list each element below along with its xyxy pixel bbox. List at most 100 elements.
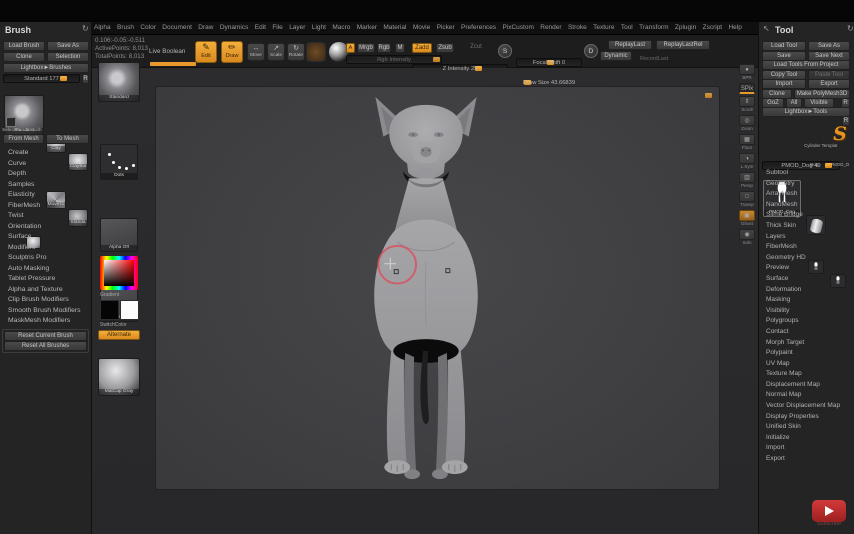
zadd-button[interactable]: Zadd bbox=[412, 43, 432, 53]
menu-item[interactable]: Marker bbox=[357, 24, 377, 31]
draw-button[interactable]: ✏Draw bbox=[221, 41, 243, 63]
menu-item[interactable]: Transform bbox=[639, 24, 668, 31]
brush-section-item[interactable]: Smooth Brush Modifiers bbox=[8, 306, 90, 317]
brush-section-item[interactable]: Depth bbox=[8, 169, 90, 180]
tool-section-item[interactable]: Surface bbox=[766, 274, 854, 285]
draw-size-slider[interactable]: Draw Size 43.66839 bbox=[516, 78, 582, 87]
color-picker[interactable] bbox=[100, 256, 138, 290]
menu-item[interactable]: Material bbox=[383, 24, 406, 31]
tray-stroke-thumbnail[interactable]: Dots bbox=[100, 144, 138, 180]
brush-section-item[interactable]: Modifiers bbox=[8, 243, 90, 254]
tray-material-thumbnail[interactable]: MatCap Gray bbox=[98, 358, 140, 396]
tool-section-item[interactable]: Texture Map bbox=[766, 369, 854, 380]
brush-section-item[interactable]: Surface bbox=[8, 232, 90, 243]
refresh-icon[interactable]: ↻ bbox=[82, 24, 89, 33]
shelf-item[interactable]: ◑ L.Sym bbox=[738, 153, 756, 170]
reset-all-brushes-button[interactable]: Reset All Brushes bbox=[4, 341, 87, 351]
lightbox-brushes-button[interactable]: Lightbox►Brushes bbox=[3, 63, 89, 73]
tool-section-item[interactable]: Slime Bridge bbox=[766, 210, 854, 221]
tray-brush-thumbnail[interactable]: Standard bbox=[98, 62, 140, 102]
menu-item[interactable]: Texture bbox=[593, 24, 614, 31]
menu-item[interactable]: Preferences bbox=[461, 24, 496, 31]
tool-section-item[interactable]: Polypaint bbox=[766, 348, 854, 359]
tool-section-item[interactable]: Contact bbox=[766, 327, 854, 338]
shelf-item[interactable]: ▥ Persp bbox=[738, 172, 756, 189]
menu-item[interactable]: Dynamics bbox=[220, 24, 249, 31]
brush-section-item[interactable]: Sculptris Pro bbox=[8, 253, 90, 264]
load-brush-button[interactable]: Load Brush bbox=[3, 41, 45, 51]
tool-section-item[interactable]: Thick Skin bbox=[766, 221, 854, 232]
tool-section-item[interactable]: NanoMesh bbox=[766, 200, 854, 211]
shelf-item[interactable]: ● BPR bbox=[738, 64, 756, 81]
tool-section-item[interactable]: UV Map bbox=[766, 359, 854, 370]
menu-item[interactable]: PixCustom bbox=[502, 24, 533, 31]
dynamic-mode-badge[interactable]: D bbox=[584, 44, 598, 58]
tray-handle[interactable] bbox=[150, 62, 196, 66]
selection-button[interactable]: Selection bbox=[47, 52, 89, 62]
menu-item[interactable]: Zplugin bbox=[675, 24, 696, 31]
tool-slider[interactable]: PMOD_Dog 49 bbox=[762, 161, 840, 170]
shelf-item[interactable]: SPix 3 bbox=[738, 83, 756, 94]
replay-last-button[interactable]: ReplayLast bbox=[608, 40, 652, 50]
brush-section-item[interactable]: Tablet Pressure bbox=[8, 274, 90, 285]
rgb-intensity-slider[interactable]: Rgb Intensity bbox=[346, 55, 442, 64]
mrgb-button[interactable]: Mrgb bbox=[357, 43, 375, 53]
tray-alpha-thumbnail[interactable]: Alpha Off bbox=[100, 218, 138, 252]
tool-section-item[interactable]: Visibility bbox=[766, 306, 854, 317]
tool-section-item[interactable]: Polygroups bbox=[766, 316, 854, 327]
tool-section-item[interactable]: Unified Skin bbox=[766, 422, 854, 433]
menu-item[interactable]: Tool bbox=[621, 24, 633, 31]
shelf-item[interactable]: ◉ Solo bbox=[738, 229, 756, 246]
brush-section-item[interactable]: Alpha and Texture bbox=[8, 285, 90, 296]
brush-section-item[interactable]: Auto Masking bbox=[8, 264, 90, 275]
main-color-swatch[interactable] bbox=[100, 300, 119, 320]
brush-section-item[interactable]: Samples bbox=[8, 180, 90, 191]
brush-section-item[interactable]: Clip Brush Modifiers bbox=[8, 295, 90, 306]
menu-item[interactable]: Brush bbox=[117, 24, 134, 31]
brush-section-item[interactable]: FiberMesh bbox=[8, 201, 90, 212]
z-intensity-slider[interactable]: Z Intensity 25 bbox=[412, 64, 508, 73]
tool-section-item[interactable]: FiberMesh bbox=[766, 242, 854, 253]
focal-shift-slider[interactable]: Focal Shift 0 bbox=[516, 58, 582, 67]
shelf-item[interactable]: ⇕ Scroll bbox=[738, 96, 756, 113]
scale-button[interactable]: ↗Scale bbox=[267, 43, 285, 61]
menu-item[interactable]: Render bbox=[540, 24, 561, 31]
menu-item[interactable]: Edit bbox=[255, 24, 266, 31]
tool-section-item[interactable]: ArrayMesh bbox=[766, 189, 854, 200]
rgb-button[interactable]: Rgb bbox=[377, 43, 391, 53]
brush-r-button[interactable]: R bbox=[82, 74, 89, 84]
replay-last-rel-button[interactable]: ReplayLastRel bbox=[656, 40, 710, 50]
tool-section-item[interactable]: Normal Map bbox=[766, 390, 854, 401]
shelf-item[interactable]: ▣ Ghost bbox=[738, 210, 756, 227]
to-mesh-button[interactable]: To Mesh bbox=[46, 134, 89, 144]
load-tool-button[interactable]: Load Tool bbox=[762, 41, 806, 51]
lightbox-tools-button[interactable]: Lightbox►Tools bbox=[762, 107, 850, 117]
menu-item[interactable]: Layer bbox=[289, 24, 305, 31]
menu-item[interactable]: Alpha bbox=[94, 24, 111, 31]
brush-section-item[interactable]: Twist bbox=[8, 211, 90, 222]
canvas-area[interactable]: Standard Dots Alpha Off Texture Off MatC… bbox=[92, 68, 758, 534]
tool-section-item[interactable]: Layers bbox=[766, 232, 854, 243]
tool-section-item[interactable]: Vector Displacement Map bbox=[766, 401, 854, 412]
stroke-preview[interactable] bbox=[306, 42, 326, 62]
tool-section-item[interactable]: Preview bbox=[766, 263, 854, 274]
tool-section-item[interactable]: Import bbox=[766, 443, 854, 454]
menu-item[interactable]: Light bbox=[312, 24, 326, 31]
tool-section-item[interactable]: Display Properties bbox=[766, 412, 854, 423]
menu-item[interactable]: Stroke bbox=[568, 24, 587, 31]
save-as-tool-button[interactable]: Save As bbox=[808, 41, 850, 51]
slider-handle[interactable] bbox=[705, 93, 712, 98]
menu-item[interactable]: Macro bbox=[332, 24, 350, 31]
save-as-brush-button[interactable]: Save As bbox=[47, 41, 89, 51]
alternate-button[interactable]: Alternate bbox=[98, 330, 140, 340]
tool-section-item[interactable]: Geometry HD bbox=[766, 253, 854, 264]
brush-section-item[interactable]: Orientation bbox=[8, 222, 90, 233]
menu-item[interactable]: Color bbox=[140, 24, 156, 31]
brush-size-slider[interactable]: Standard 177 bbox=[3, 74, 80, 83]
live-boolean-button[interactable]: Live Boolean bbox=[149, 48, 185, 55]
tool-section-item[interactable]: Subtool bbox=[766, 168, 854, 179]
tool-section-item[interactable]: Masking bbox=[766, 295, 854, 306]
shelf-item[interactable]: ▦ Floor bbox=[738, 134, 756, 151]
rotate-button[interactable]: ↻Rotate bbox=[287, 43, 305, 61]
sculptris-pro-badge[interactable]: S bbox=[498, 44, 512, 58]
